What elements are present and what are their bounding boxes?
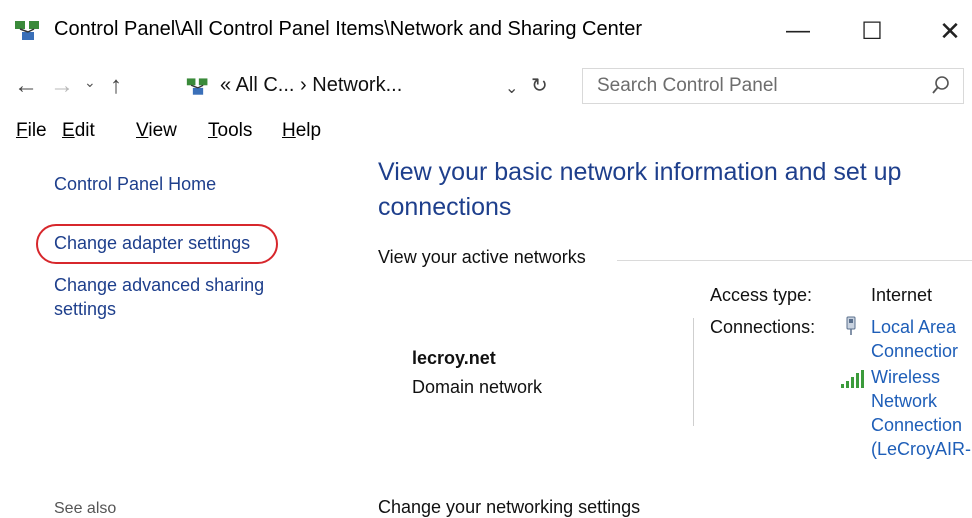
menu-file[interactable]: File bbox=[16, 120, 47, 142]
recent-locations-button[interactable]: ⌄ bbox=[84, 74, 96, 91]
menu-bar: File Edit View Tools Help bbox=[0, 116, 972, 146]
network-category: Domain network bbox=[412, 377, 543, 397]
control-panel-home-link[interactable]: Control Panel Home bbox=[54, 174, 216, 195]
search-input[interactable]: Search Control Panel bbox=[582, 68, 964, 104]
access-type-label: Access type: bbox=[710, 285, 813, 305]
page-heading: View your basic network information and … bbox=[378, 158, 902, 221]
network-name: lecroy.net bbox=[412, 348, 496, 368]
title-bar: Control Panel\All Control Panel Items\Ne… bbox=[0, 0, 972, 62]
menu-help[interactable]: Help bbox=[282, 120, 321, 142]
section-divider bbox=[617, 260, 972, 261]
close-button[interactable]: ✕ bbox=[930, 14, 970, 48]
connections-label: Connections: bbox=[710, 317, 816, 337]
wireless-signal-icon bbox=[841, 370, 864, 388]
wireless-network-connection-link[interactable]: Wireless Network Connection (LeCroyAIR- bbox=[871, 365, 971, 461]
menu-edit[interactable]: Edit bbox=[62, 120, 95, 142]
network-divider bbox=[693, 318, 694, 426]
minimize-button[interactable]: — bbox=[778, 14, 818, 48]
up-button[interactable]: ↑ bbox=[110, 72, 122, 100]
change-advanced-sharing-settings-link[interactable]: Change advanced sharing settings bbox=[54, 273, 314, 321]
search-placeholder: Search Control Panel bbox=[597, 75, 778, 96]
address-bar[interactable]: « All C... › Network... ⌄ ↻ bbox=[178, 68, 564, 106]
network-center-icon bbox=[186, 78, 208, 95]
access-type-value: Internet bbox=[871, 285, 933, 305]
ethernet-icon bbox=[846, 316, 856, 335]
see-also-label: See also bbox=[54, 500, 117, 517]
maximize-button[interactable]: ☐ bbox=[852, 14, 892, 48]
forward-button[interactable]: → bbox=[50, 72, 74, 100]
search-icon[interactable] bbox=[931, 75, 951, 97]
address-path[interactable]: « All C... › Network... bbox=[220, 74, 402, 97]
back-button[interactable]: ← bbox=[14, 72, 38, 100]
window-title: Control Panel\All Control Panel Items\Ne… bbox=[54, 18, 643, 40]
local-area-connection-link[interactable]: Local Area Connectior bbox=[871, 315, 958, 363]
change-networking-settings-label: Change your networking settings bbox=[378, 497, 641, 517]
address-dropdown-button[interactable]: ⌄ bbox=[505, 78, 518, 98]
network-center-icon bbox=[15, 21, 39, 40]
change-adapter-settings-link[interactable]: Change adapter settings bbox=[54, 233, 250, 254]
navigation-bar: ← → ⌄ ↑ « All C... › Network... ⌄ ↻ Sear… bbox=[0, 66, 972, 110]
menu-tools[interactable]: Tools bbox=[208, 120, 252, 142]
active-networks-label: View your active networks bbox=[378, 247, 586, 267]
menu-view[interactable]: View bbox=[136, 120, 177, 142]
refresh-button[interactable]: ↻ bbox=[531, 73, 548, 98]
